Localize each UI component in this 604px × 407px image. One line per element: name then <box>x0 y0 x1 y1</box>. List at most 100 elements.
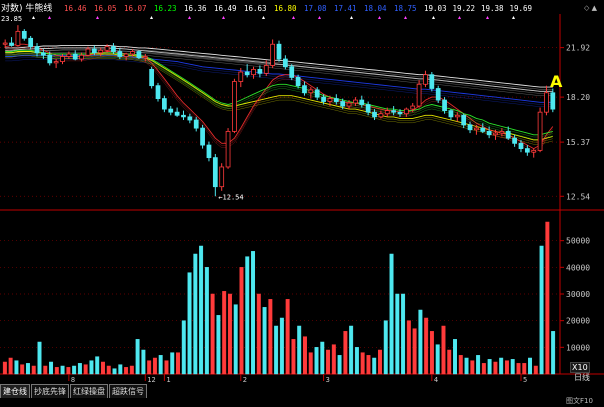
candle-body-47 <box>302 85 307 94</box>
candle-body-7 <box>47 54 53 64</box>
scroll-up-icon[interactable]: ▲ <box>592 4 597 12</box>
volume-bar-79 <box>458 355 463 375</box>
tab-2[interactable]: 红绿操盘 <box>70 384 108 398</box>
candle-body-72 <box>461 114 467 126</box>
candle-body-31 <box>200 127 205 146</box>
price-tick-label-3: 12.54 <box>566 192 590 201</box>
ma-value-5: 16.49 <box>214 4 237 13</box>
volume-bar-18 <box>106 365 111 375</box>
corner-controls[interactable]: ◇ ▲ <box>584 4 597 12</box>
volume-bar-14 <box>83 364 88 375</box>
candle-body-59 <box>378 113 384 118</box>
event-mark-8: ▴ <box>318 14 321 21</box>
candle-body-55 <box>353 99 358 104</box>
candle-body-63 <box>403 108 409 115</box>
volume-bar-94 <box>545 221 550 375</box>
volume-bar-55 <box>320 341 325 375</box>
candle-body-62 <box>397 111 403 115</box>
diamond-icon[interactable]: ◇ <box>584 4 589 12</box>
candle-body-10 <box>66 53 72 57</box>
candle-body-35 <box>225 131 231 168</box>
volume-bar-48 <box>279 317 284 375</box>
candle-body-54 <box>346 102 352 107</box>
volume-bar-37 <box>216 315 221 375</box>
volume-bar-4 <box>25 363 30 375</box>
ma-value-2: 16.07 <box>124 4 147 13</box>
candle-body-0 <box>2 42 8 45</box>
candle-body-66 <box>423 74 428 85</box>
candle-body-37 <box>238 71 244 82</box>
candle-body-22 <box>142 56 148 59</box>
ma-value-9: 17.41 <box>334 4 357 13</box>
volume-bar-22 <box>129 365 134 375</box>
tab-0[interactable]: 建仓线 <box>0 384 30 398</box>
volume-bar-66 <box>383 320 388 375</box>
volume-bar-6 <box>37 341 42 375</box>
event-mark-12: ▴ <box>432 14 435 21</box>
volume-bar-19 <box>112 368 117 375</box>
candle-body-16 <box>104 46 110 51</box>
candle-body-43 <box>276 43 282 60</box>
volume-tick-label-2: 30000 <box>566 290 590 299</box>
event-mark-13: ▴ <box>458 14 461 21</box>
candle-body-85 <box>544 92 549 113</box>
volume-bar-2 <box>14 360 19 375</box>
volume-bar-63 <box>366 355 371 375</box>
candle-body-56 <box>359 99 365 105</box>
candle-body-30 <box>193 119 199 129</box>
volume-bar-52 <box>302 336 307 375</box>
candle-body-53 <box>340 101 346 107</box>
ma-value-15: 19.69 <box>510 4 533 13</box>
volume-bar-69 <box>401 293 406 375</box>
candle-body-38 <box>244 71 250 76</box>
candle-body-70 <box>448 110 454 118</box>
candle-body-57 <box>365 104 371 113</box>
candle-body-18 <box>117 51 123 57</box>
volume-bar-82 <box>476 355 481 375</box>
volume-bar-95 <box>551 331 556 375</box>
candle-body-20 <box>130 51 135 55</box>
candle-body-46 <box>295 76 301 87</box>
candle-body-3 <box>21 30 27 39</box>
ma-value-13: 19.22 <box>453 4 476 13</box>
volume-bar-57 <box>331 344 336 375</box>
candle-body-64 <box>410 105 416 110</box>
date-label-6: 5 <box>523 376 527 384</box>
volume-bar-44 <box>256 293 261 375</box>
high-price-label: 23.85 <box>1 15 22 23</box>
candle-body-4 <box>28 37 34 48</box>
price-tick-label-1: 18.20 <box>566 93 590 102</box>
volume-bar-88 <box>510 359 515 375</box>
candle-body-67 <box>429 74 435 89</box>
ma-value-4: 16.36 <box>184 4 207 13</box>
tab-3[interactable]: 超跌信号 <box>109 384 147 398</box>
candle-body-17 <box>111 46 116 52</box>
candle-body-81 <box>518 142 524 150</box>
event-mark-2: ▴ <box>96 14 99 21</box>
candle-body-49 <box>314 89 320 98</box>
candle-body-11 <box>72 53 78 60</box>
volume-bar-64 <box>372 357 377 375</box>
volume-bar-5 <box>31 365 36 375</box>
volume-bar-65 <box>378 349 382 375</box>
volume-bar-53 <box>308 352 313 375</box>
f10-status[interactable]: 图文F10 <box>566 396 593 406</box>
stock-chart[interactable]: 对数) 牛熊线 16.46 16.05 16.07 16.23 16.36 16.49 16… <box>0 0 604 407</box>
event-mark-4: ▴ <box>188 14 191 21</box>
ma-value-7: 16.80 <box>274 4 297 13</box>
volume-bar-56 <box>326 349 331 375</box>
period-label[interactable]: 日线 <box>574 372 590 383</box>
tab-1[interactable]: 抄底先锋 <box>31 384 69 398</box>
volume-bar-91 <box>528 357 533 375</box>
volume-bar-60 <box>349 325 354 375</box>
volume-bar-77 <box>447 349 452 375</box>
volume-bar-59 <box>343 331 348 375</box>
date-label-4: 3 <box>326 376 330 384</box>
candle-body-84 <box>537 111 543 151</box>
candle-body-41 <box>263 65 269 74</box>
volume-bar-73 <box>424 317 429 375</box>
volume-tick-label-1: 40000 <box>566 263 590 272</box>
volume-bar-30 <box>176 352 180 375</box>
candle-body-1 <box>9 42 14 46</box>
volume-bar-31 <box>181 320 186 375</box>
